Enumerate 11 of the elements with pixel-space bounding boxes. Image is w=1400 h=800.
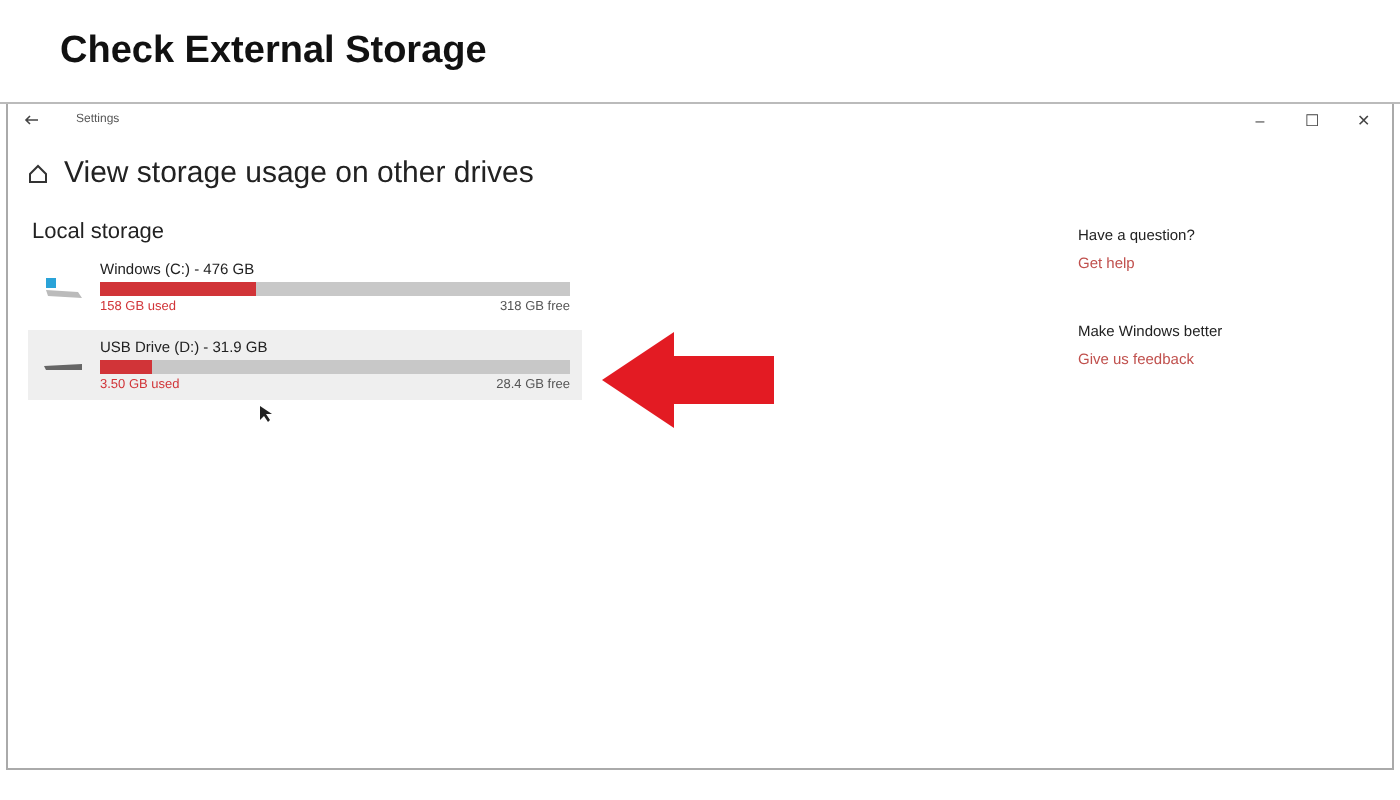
cursor-icon [260, 406, 272, 422]
home-icon [28, 163, 48, 183]
window-control[interactable]: ✕ [1352, 111, 1376, 129]
window-control[interactable]: ☐ [1300, 111, 1324, 129]
banner-title: Check External Storage [60, 29, 487, 73]
page-heading: View storage usage on other drives [64, 156, 534, 190]
arrow-icon [602, 332, 774, 428]
drive-icon [42, 273, 86, 301]
section-heading: Local storage [32, 220, 167, 244]
window-control[interactable]: – [1248, 111, 1272, 129]
back-icon[interactable] [24, 114, 40, 126]
